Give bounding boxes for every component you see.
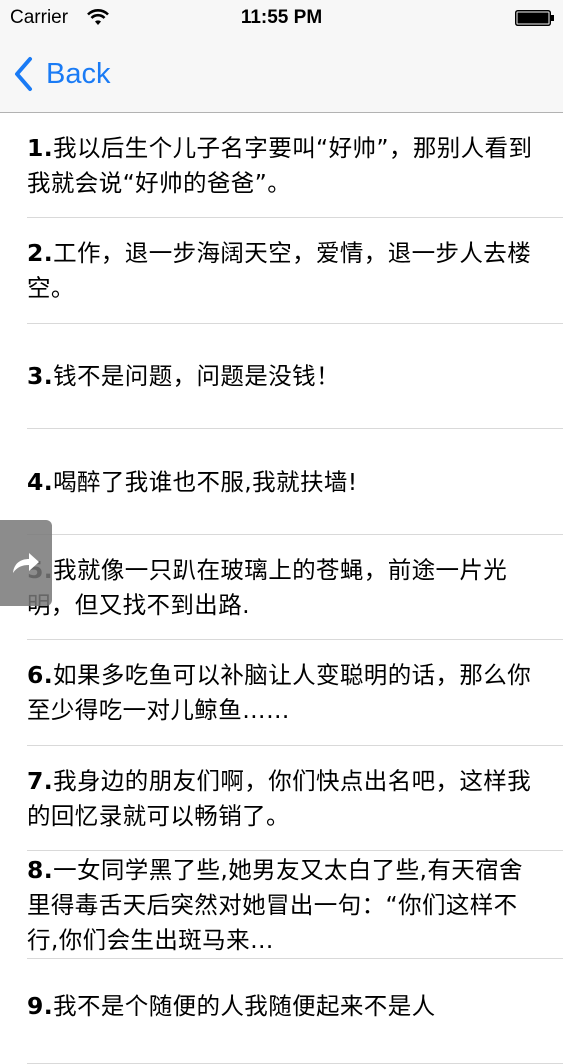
- list-item[interactable]: 1.我以后生个儿子名字要叫“好帅”，那别人看到我就会说“好帅的爸爸”。: [0, 113, 563, 218]
- list-item[interactable]: 2.工作，退一步海阔天空，爱情，退一步人去楼空。: [0, 218, 563, 324]
- list-item[interactable]: 3.钱不是问题，问题是没钱！: [0, 324, 563, 429]
- chevron-left-icon: [15, 57, 32, 91]
- clock: 11:55 PM: [240, 7, 323, 28]
- list-item[interactable]: 8.一女同学黑了些,她男友又太白了些,有天宿舍里得毒舌天后突然对她冒出一句：“你…: [0, 851, 563, 959]
- share-button[interactable]: [0, 520, 52, 606]
- list-item-text: 2.工作，退一步海阔天空，爱情，退一步人去楼空。: [27, 239, 532, 302]
- list-item-text: 3.钱不是问题，问题是没钱！: [27, 362, 340, 390]
- list-item-text: 9.我不是个随便的人我随便起来不是人: [27, 992, 436, 1020]
- navigation-bar: Back: [0, 36, 563, 113]
- back-label: Back: [46, 57, 111, 90]
- list-item-text: 1.我以后生个儿子名字要叫“好帅”，那别人看到我就会说“好帅的爸爸”。: [27, 133, 533, 197]
- list-item-text: 4.喝醉了我谁也不服,我就扶墙!: [27, 467, 358, 496]
- back-button[interactable]: Back: [12, 54, 110, 94]
- list-item-text: 5.我就像一只趴在玻璃上的苍蝇，前途一片光明，但又找不到出路.: [27, 555, 508, 619]
- list-item-text: 8.一女同学黑了些,她男友又太白了些,有天宿舍里得毒舌天后突然对她冒出一句：“你…: [27, 855, 523, 954]
- status-bar: Carrier 11:55 PM: [0, 0, 563, 36]
- share-arrow-icon: [13, 553, 39, 573]
- list-item[interactable]: 5.我就像一只趴在玻璃上的苍蝇，前途一片光明，但又找不到出路.: [0, 535, 563, 640]
- list-item[interactable]: 6.如果多吃鱼可以补脑让人变聪明的话，那么你至少得吃一对儿鲸鱼……: [0, 640, 563, 746]
- list-item[interactable]: 7.我身边的朋友们啊，你们快点出名吧，这样我的回忆录就可以畅销了。: [0, 746, 563, 851]
- list-item[interactable]: 4.喝醉了我谁也不服,我就扶墙!: [0, 429, 563, 535]
- battery-icon: [515, 10, 554, 26]
- list-item-text: 6.如果多吃鱼可以补脑让人变聪明的话，那么你至少得吃一对儿鲸鱼……: [27, 661, 532, 724]
- joke-list[interactable]: 1.我以后生个儿子名字要叫“好帅”，那别人看到我就会说“好帅的爸爸”。 2.工作…: [0, 113, 563, 1064]
- list-item[interactable]: 9.我不是个随便的人我随便起来不是人: [0, 959, 563, 1064]
- list-item-text: 7.我身边的朋友们啊，你们快点出名吧，这样我的回忆录就可以畅销了。: [27, 766, 532, 830]
